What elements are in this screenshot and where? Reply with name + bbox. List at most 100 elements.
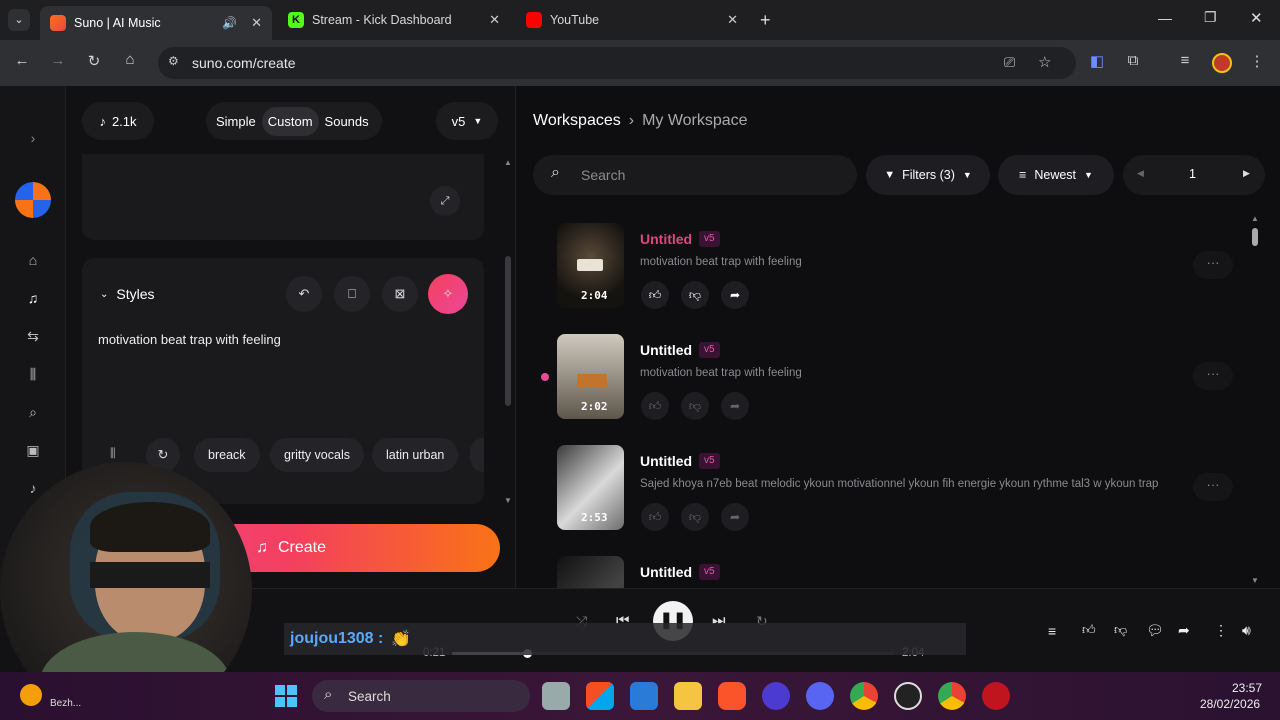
profile-avatar[interactable] [1212, 53, 1232, 73]
extensions-icon[interactable]: ⧉ [1122, 52, 1144, 69]
home-icon[interactable]: ⌂ [22, 252, 44, 268]
song-row[interactable]: 2:53 Untitled v5 Sajed khoya n7eb beat m… [557, 445, 1247, 540]
tab-search-icon[interactable]: ⌄ [8, 9, 30, 31]
comment-icon[interactable]: 💬︎ [1146, 622, 1164, 639]
mode-simple-tab[interactable]: Simple [210, 107, 262, 136]
more-options-button[interactable]: ··· [1193, 251, 1233, 279]
app-ring-icon[interactable] [762, 682, 790, 710]
more-options-button[interactable]: ··· [1193, 362, 1233, 390]
song-cover[interactable]: 2:02 [557, 334, 624, 419]
like-button[interactable]: 👍︎ [641, 281, 669, 309]
red-app-icon[interactable] [982, 682, 1010, 710]
bookmark-star-icon[interactable]: ☆ [1038, 53, 1051, 71]
like-icon[interactable]: 👍︎ [1082, 622, 1096, 638]
scroll-down-icon[interactable]: ▼ [1251, 576, 1259, 585]
obs-icon[interactable] [894, 682, 922, 710]
forward-icon[interactable]: → [47, 52, 69, 69]
restore-icon[interactable]: ❐ [1204, 9, 1217, 26]
share-button[interactable]: ➦ [721, 281, 749, 309]
search-input[interactable]: ⌕ Search [533, 155, 857, 195]
library-icon[interactable]: ⫼ [110, 446, 116, 461]
volume-icon[interactable]: 🔊︎ [1242, 622, 1251, 639]
close-icon[interactable]: ✕ [251, 15, 262, 31]
magic-styles-button[interactable]: ✧ [428, 274, 468, 314]
create-music-icon[interactable]: ♫ [22, 290, 44, 306]
close-icon[interactable]: ✕ [489, 12, 500, 28]
file-explorer-icon[interactable] [674, 682, 702, 710]
taskbar-search[interactable]: ⌕ Search [312, 680, 530, 712]
song-cover[interactable]: 2:53 [557, 445, 624, 530]
song-title[interactable]: Untitled [640, 453, 692, 469]
mode-custom-tab[interactable]: Custom [261, 106, 319, 136]
share-button[interactable]: ➦ [721, 392, 749, 420]
next-page-icon[interactable]: ▶ [1243, 168, 1250, 179]
chrome-profile-icon[interactable] [938, 682, 966, 710]
style-tag[interactable]: breack [194, 438, 260, 472]
microsoft-store-icon[interactable] [586, 682, 614, 710]
calendar-app-icon[interactable] [630, 682, 658, 710]
start-button[interactable] [272, 682, 300, 710]
dislike-icon[interactable]: 👎︎ [1114, 622, 1127, 638]
styles-header[interactable]: ⌄ Styles [100, 286, 155, 302]
breadcrumb-current[interactable]: My Workspace [642, 112, 748, 130]
back-icon[interactable]: ← [11, 52, 33, 69]
model-version-select[interactable]: v5 ▼ [436, 102, 498, 140]
save-style-button[interactable]: ⎕ [334, 276, 370, 312]
extension-shield-icon[interactable]: ◧ [1086, 52, 1108, 70]
library-icon[interactable]: ⫼ [22, 366, 44, 383]
song-cover[interactable] [557, 556, 624, 588]
prev-page-icon[interactable]: ◀ [1137, 168, 1144, 179]
studio-icon[interactable]: ⇆ [22, 328, 44, 345]
tab-youtube[interactable]: YouTube ✕ [516, 6, 748, 34]
style-tag[interactable]: latin urban [372, 438, 459, 472]
chrome-icon[interactable] [850, 682, 878, 710]
scroll-down-icon[interactable]: ▼ [504, 496, 512, 505]
tab-kick[interactable]: K Stream - Kick Dashboard ✕ [278, 6, 510, 34]
more-options-button[interactable]: ··· [1193, 473, 1233, 501]
install-app-icon[interactable]: ⎚ [1004, 54, 1015, 71]
notifications-icon[interactable]: ♪ [22, 480, 44, 496]
user-avatar[interactable] [15, 182, 51, 218]
speaker-icon[interactable]: 🔊 [222, 16, 237, 30]
dislike-button[interactable]: 👎︎ [681, 392, 709, 420]
scroll-up-icon[interactable]: ▲ [1251, 214, 1259, 223]
expand-icon[interactable]: ⤢ [430, 186, 460, 216]
song-cover[interactable]: 2:04 [557, 223, 624, 308]
expand-sidebar-icon[interactable]: › [22, 130, 44, 146]
style-tag-partial[interactable] [470, 438, 484, 472]
filters-button[interactable]: ▼ Filters (3) ▼ [866, 155, 990, 195]
song-row[interactable]: Untitled v5 [557, 556, 1247, 588]
url-text[interactable]: suno.com/create [192, 55, 296, 71]
url-bar[interactable]: ⚙ suno.com/create ⎚ ☆ [158, 47, 1076, 79]
styles-textarea[interactable]: motivation beat trap with feeling [98, 332, 281, 347]
song-title[interactable]: Untitled [640, 231, 692, 247]
undo-button[interactable]: ↶ [286, 276, 322, 312]
scroll-up-icon[interactable]: ▲ [504, 158, 512, 167]
song-title[interactable]: Untitled [640, 342, 692, 358]
more-kebab-icon[interactable]: ⋮ [1214, 622, 1228, 639]
share-icon[interactable]: ➦ [1178, 622, 1190, 639]
scrollbar-thumb[interactable] [1252, 228, 1258, 246]
new-tab-icon[interactable]: + [760, 10, 771, 31]
hooks-icon[interactable]: ▣ [22, 442, 44, 459]
search-icon[interactable]: ⌕ [22, 404, 44, 421]
close-icon[interactable]: ✕ [727, 12, 738, 28]
scrollbar-thumb[interactable] [505, 256, 511, 406]
task-view-icon[interactable] [542, 682, 570, 710]
queue-icon[interactable]: ≡ [1048, 623, 1056, 639]
credits-pill[interactable]: ♪ 2.1k [82, 102, 154, 140]
minimize-icon[interactable]: — [1158, 10, 1172, 26]
breadcrumb-workspaces[interactable]: Workspaces [533, 112, 621, 130]
song-row[interactable]: 2:04 Untitled v5 motivation beat trap wi… [557, 223, 1247, 318]
home-icon[interactable]: ⌂ [119, 51, 141, 68]
mode-sounds-tab[interactable]: Sounds [319, 107, 375, 136]
style-tag[interactable]: gritty vocals [270, 438, 364, 472]
clear-button[interactable]: ⊠ [382, 276, 418, 312]
like-button[interactable]: 👍︎ [641, 503, 669, 531]
song-title[interactable]: Untitled [640, 564, 692, 580]
share-button[interactable]: ➦ [721, 503, 749, 531]
weather-icon[interactable] [20, 684, 42, 706]
media-control-icon[interactable]: ≡ [1174, 52, 1196, 69]
brave-icon[interactable] [718, 682, 746, 710]
dislike-button[interactable]: 👎︎ [681, 281, 709, 309]
